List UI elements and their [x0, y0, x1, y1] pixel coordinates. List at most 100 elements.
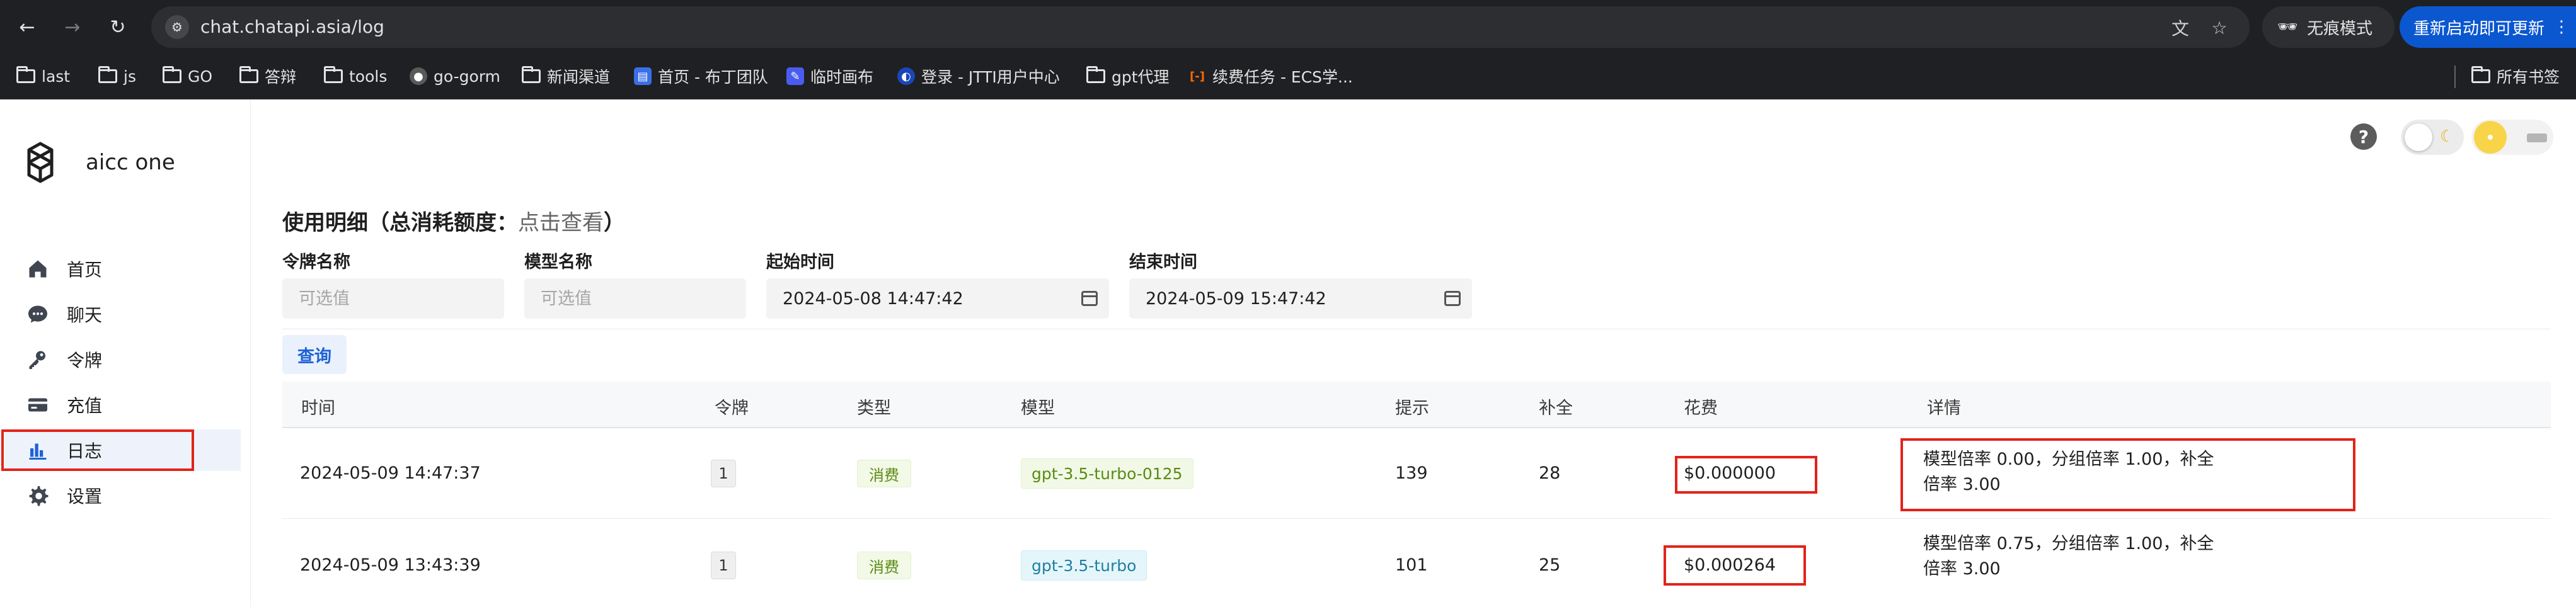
- token-filter-label: 令牌名称: [282, 252, 350, 272]
- url-text[interactable]: chat.chatapi.asia/log: [200, 15, 384, 39]
- canvas-icon: ✎: [786, 67, 804, 85]
- column-header-detail[interactable]: 详情: [1927, 394, 1961, 419]
- start-time-value[interactable]: 2024-05-08 14:47:42: [783, 289, 963, 309]
- bookmark-folder-tools[interactable]: tools: [324, 65, 387, 87]
- aliyun-icon: [-]: [1190, 69, 1205, 83]
- github-icon: ●: [410, 67, 427, 85]
- cell-prompt: 101: [1395, 555, 1428, 575]
- bookmark-jtti[interactable]: ◐ 登录 - JTTI用户中心: [897, 65, 1060, 87]
- site-icon: ◐: [897, 67, 915, 85]
- model-tag: gpt-3.5-turbo-0125: [1021, 458, 1193, 489]
- token-tag: 1: [711, 460, 736, 487]
- model-filter-input[interactable]: [524, 278, 746, 319]
- column-header-time[interactable]: 时间: [301, 394, 335, 419]
- start-time-picker[interactable]: 2024-05-08 14:47:42: [766, 278, 1109, 319]
- bookmark-label: 新闻渠道: [547, 68, 611, 86]
- bookmark-folder-news[interactable]: 新闻渠道: [522, 65, 610, 87]
- sidebar-item-home[interactable]: 首页: [5, 248, 241, 290]
- reload-icon[interactable]: ↻: [102, 11, 134, 43]
- sidebar-item-chat[interactable]: 聊天: [5, 293, 241, 335]
- folder-icon: [2471, 66, 2490, 83]
- cell-time: 2024-05-09 14:47:37: [300, 463, 481, 483]
- sidebar-item-label: 充值: [67, 395, 103, 416]
- end-time-value[interactable]: 2024-05-09 15:47:42: [1146, 289, 1326, 309]
- translate-icon[interactable]: 文: [2168, 15, 2193, 40]
- update-button[interactable]: 重新启动即可更新 ⋮: [2400, 6, 2576, 48]
- table-row[interactable]: 2024-05-09 13:43:39 1 消费 gpt-3.5-turbo 1…: [282, 519, 2551, 607]
- sidebar-item-label: 首页: [67, 259, 103, 280]
- bookmark-folder-last[interactable]: last: [16, 65, 70, 87]
- bookmark-label: js: [124, 67, 136, 86]
- sidebar-item-settings[interactable]: 设置: [5, 475, 241, 516]
- bookmark-budding-team[interactable]: ▤ 首页 - 布丁团队: [634, 65, 768, 87]
- bookmark-folder-js[interactable]: js: [98, 65, 136, 87]
- title-prefix: 使用明细（总消耗额度：: [282, 210, 518, 235]
- cell-time: 2024-05-09 13:43:39: [300, 555, 481, 575]
- bookmark-label: GO: [188, 67, 213, 86]
- bookmark-folder-dabian[interactable]: 答辩: [239, 65, 296, 87]
- bookmark-label: 临时画布: [810, 68, 874, 86]
- column-header-model[interactable]: 模型: [1021, 394, 1055, 419]
- incognito-indicator[interactable]: 🕶 无痕模式: [2262, 6, 2395, 48]
- bookmark-folder-gpt[interactable]: gpt代理: [1086, 65, 1170, 87]
- model-input[interactable]: [541, 288, 746, 309]
- column-header-prompt[interactable]: 提示: [1395, 394, 1429, 419]
- sun-toggle[interactable]: [2471, 120, 2553, 155]
- table-header: 时间 令牌 类型 模型 提示 补全 花费 详情: [282, 382, 2551, 428]
- bookmark-label: tools: [349, 67, 388, 86]
- highlight-box: [1675, 456, 1817, 494]
- calendar-icon[interactable]: [1444, 291, 1461, 306]
- query-button[interactable]: 查询: [282, 335, 347, 374]
- token-input[interactable]: [299, 288, 504, 309]
- type-tag: 消费: [857, 460, 911, 487]
- title-suffix: ）: [604, 210, 625, 235]
- bookmark-label: last: [42, 67, 71, 86]
- back-icon[interactable]: ←: [11, 11, 43, 43]
- view-total-link[interactable]: 点击查看: [518, 210, 604, 235]
- calendar-icon[interactable]: [1081, 291, 1098, 306]
- bookmarks-separator: [2454, 65, 2456, 88]
- address-bar[interactable]: ⚙ chat.chatapi.asia/log 文 ☆: [151, 6, 2250, 48]
- bookmark-folder-go[interactable]: GO: [163, 65, 212, 87]
- column-header-cost[interactable]: 花费: [1684, 394, 1718, 419]
- help-icon[interactable]: ?: [2350, 123, 2377, 150]
- bookmark-go-gorm[interactable]: ● go-gorm: [410, 65, 500, 87]
- bookmark-canvas[interactable]: ✎ 临时画布: [786, 65, 873, 87]
- bookmark-aliyun-ecs[interactable]: [-] 续费任务 - ECS学...: [1188, 65, 1353, 87]
- all-bookmarks[interactable]: 所有书签: [2471, 65, 2560, 87]
- cell-prompt: 139: [1395, 463, 1428, 483]
- doc-icon: ▤: [634, 67, 652, 85]
- column-header-token[interactable]: 令牌: [715, 394, 749, 419]
- column-header-type[interactable]: 类型: [857, 394, 891, 419]
- more-icon[interactable]: ⋮: [2553, 18, 2570, 37]
- site-settings-icon[interactable]: ⚙: [165, 15, 189, 39]
- folder-icon: [522, 66, 541, 83]
- key-icon: [25, 347, 50, 372]
- sidebar-item-tokens[interactable]: 令牌: [5, 339, 241, 380]
- sidebar-item-label: 设置: [67, 486, 103, 507]
- end-time-picker[interactable]: 2024-05-09 15:47:42: [1129, 278, 1472, 319]
- bookmark-star-icon[interactable]: ☆: [2207, 15, 2232, 40]
- highlight-box: [1664, 545, 1806, 586]
- chat-icon: [25, 302, 50, 327]
- bookmark-label: go-gorm: [434, 67, 501, 86]
- bookmark-label: 首页 - 布丁团队: [658, 68, 768, 86]
- forward-icon[interactable]: →: [57, 11, 88, 43]
- highlight-box: [1900, 438, 2355, 511]
- app-name: aicc one: [86, 150, 175, 175]
- token-tag: 1: [711, 552, 736, 579]
- bookmark-label: 登录 - JTTI用户中心: [921, 68, 1060, 86]
- sun-icon: [2474, 121, 2507, 154]
- token-filter-input[interactable]: [282, 278, 504, 319]
- sidebar-item-topup[interactable]: 充值: [5, 384, 241, 426]
- moon-icon: ☾: [2440, 127, 2455, 146]
- model-tag: gpt-3.5-turbo: [1021, 550, 1147, 581]
- column-header-completion[interactable]: 补全: [1539, 394, 1573, 419]
- folder-icon: [98, 66, 117, 83]
- bookmark-label: gpt代理: [1112, 68, 1170, 86]
- folder-icon: [239, 66, 258, 83]
- type-tag: 消费: [857, 552, 911, 579]
- dark-mode-toggle[interactable]: ☾: [2401, 120, 2464, 155]
- sidebar-item-label: 聊天: [67, 305, 103, 326]
- openai-logo-icon: [27, 142, 54, 183]
